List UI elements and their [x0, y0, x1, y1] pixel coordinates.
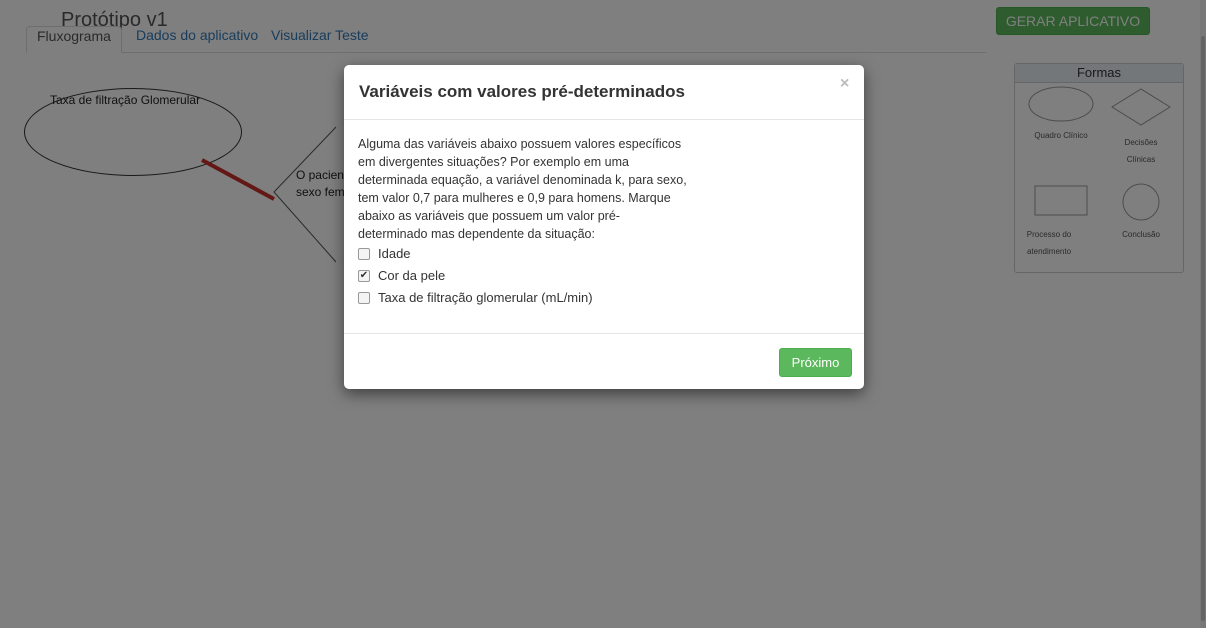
- taxa-filtracao-label: Taxa de filtração glomerular (mL/min): [378, 290, 593, 305]
- idade-label: Idade: [378, 246, 411, 261]
- modal-footer: Próximo: [344, 333, 864, 390]
- option-idade[interactable]: Idade: [358, 243, 718, 265]
- option-taxa-filtracao[interactable]: Taxa de filtração glomerular (mL/min): [358, 287, 718, 309]
- taxa-filtracao-checkbox[interactable]: [358, 292, 370, 304]
- modal-header: Variáveis com valores pré-determinados ×: [344, 65, 864, 120]
- option-cor-da-pele[interactable]: ✔ Cor da pele: [358, 265, 718, 287]
- cor-da-pele-label: Cor da pele: [378, 268, 446, 283]
- next-button[interactable]: Próximo: [779, 348, 852, 377]
- cor-da-pele-checkbox[interactable]: ✔: [358, 270, 370, 282]
- modal-title: Variáveis com valores pré-determinados: [359, 82, 685, 101]
- modal-body: Alguma das variáveis abaixo possuem valo…: [358, 135, 718, 309]
- idade-checkbox[interactable]: [358, 248, 370, 260]
- close-icon[interactable]: ×: [840, 75, 849, 93]
- variables-modal: Variáveis com valores pré-determinados ×…: [344, 65, 864, 389]
- modal-description: Alguma das variáveis abaixo possuem valo…: [358, 137, 687, 241]
